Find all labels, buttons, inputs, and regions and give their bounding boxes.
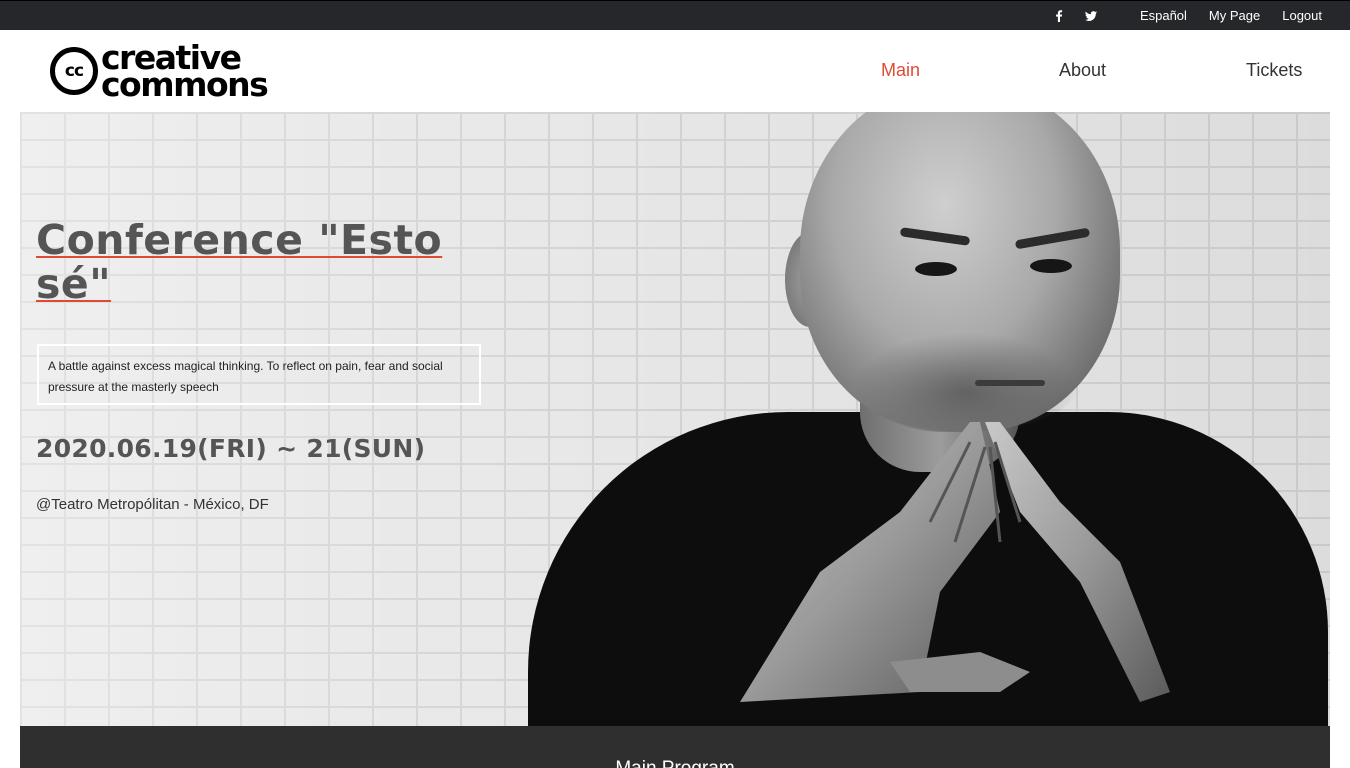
main-program-section: Main Program (20, 726, 1330, 768)
language-link[interactable]: Español (1140, 8, 1187, 23)
nav-about[interactable]: About (1059, 60, 1106, 81)
event-dates: 2020.06.19(FRI) ~ 21(SUN) (36, 434, 426, 463)
title-line-2: sé" (36, 260, 112, 308)
cc-badge-icon: cc (50, 47, 98, 95)
speaker-left-eye (915, 262, 957, 276)
main-program-heading: Main Program (20, 758, 1330, 768)
nav-main[interactable]: Main (881, 60, 920, 81)
facebook-icon[interactable] (1052, 9, 1066, 23)
speaker-hands (700, 402, 1180, 702)
logo-wordmark: creative commons (101, 41, 269, 104)
creative-commons-logo[interactable]: cc creative commons (50, 41, 290, 104)
top-utility-bar: Español My Page Logout (0, 0, 1350, 30)
social-links (1052, 9, 1098, 23)
event-venue: @Teatro Metropólitan - México, DF (36, 496, 269, 513)
event-description: A battle against excess magical thinking… (37, 344, 481, 405)
my-page-link[interactable]: My Page (1209, 8, 1260, 23)
speaker-right-eye (1030, 259, 1072, 273)
logo-line-2: commons (101, 65, 269, 104)
speaker-mouth (975, 380, 1045, 386)
twitter-icon[interactable] (1084, 9, 1098, 23)
page-title: Conference "Esto sé" (36, 218, 496, 306)
hero-banner: Conference "Esto sé" A battle against ex… (20, 112, 1330, 726)
logout-link[interactable]: Logout (1282, 8, 1322, 23)
nav-tickets[interactable]: Tickets (1246, 60, 1302, 81)
speaker-portrait (520, 112, 1330, 726)
title-line-1: Conference "Esto (36, 216, 443, 264)
site-header: cc creative commons Main About Tickets (0, 30, 1350, 112)
